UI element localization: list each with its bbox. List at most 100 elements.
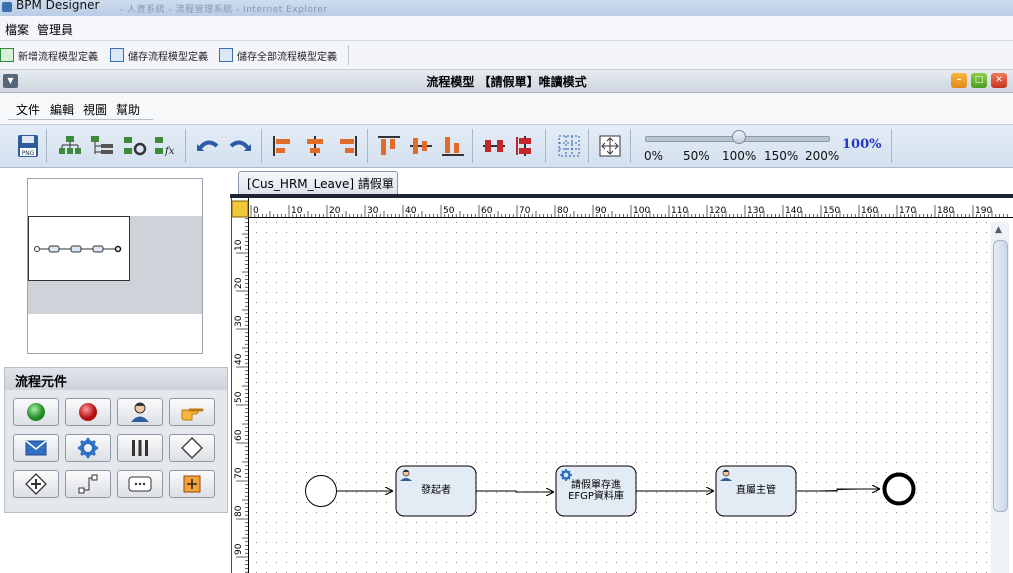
fit-to-window-button[interactable] <box>598 134 622 158</box>
fit-screen-icon <box>599 135 621 157</box>
menu-underline <box>8 119 153 120</box>
zoom-slider-thumb[interactable] <box>731 130 746 144</box>
align-right-button[interactable] <box>335 134 359 158</box>
zoom-label-0: 0% <box>644 149 664 163</box>
align-left-button[interactable] <box>271 134 295 158</box>
ruler-label: 10 <box>291 206 303 216</box>
palette-annotation[interactable] <box>117 470 163 498</box>
maximize-button[interactable]: □ <box>971 73 987 88</box>
designer-menubar: 文件 編輯 視圖 幫助 <box>0 93 1013 123</box>
palette-end-event[interactable] <box>65 398 111 426</box>
distribute-vertical-button[interactable] <box>513 134 537 158</box>
ruler-label: 180 <box>937 206 954 216</box>
diagram-canvas[interactable]: 0 10 20 30 40 50 60 70 80 90 100 110 120 130 140 150 160… <box>231 198 1013 573</box>
palette-manual-task[interactable] <box>169 398 215 426</box>
ruler-label: 70 <box>519 206 531 216</box>
palette-user-task[interactable] <box>117 398 163 426</box>
ruler-label: 40 <box>405 206 417 216</box>
toolbar-separator <box>46 129 47 163</box>
toolbar-separator <box>367 129 368 163</box>
ruler-label: 110 <box>671 206 688 216</box>
scroll-up-arrow-icon[interactable]: ▲ <box>995 225 1002 235</box>
ruler-label: 190 <box>975 206 992 216</box>
tree-layout-button[interactable] <box>90 134 114 158</box>
menu-help[interactable]: 幫助 <box>116 101 140 118</box>
ellipsis-box-icon <box>128 476 152 492</box>
overview-thumbnail <box>34 245 122 253</box>
save-process-button[interactable]: 儲存流程模型定義 <box>110 47 208 63</box>
plus-diamond-icon <box>25 473 47 495</box>
ruler-label: 10 <box>234 239 244 251</box>
align-center-icon <box>307 136 323 156</box>
ruler-label: 80 <box>234 505 244 517</box>
palette-connector[interactable] <box>65 470 111 498</box>
window-title: BPM Designer <box>16 0 100 12</box>
ruler-label: 140 <box>785 206 802 216</box>
palette-parallel[interactable] <box>117 434 163 462</box>
menubar: 檔案 管理員 <box>0 16 1013 41</box>
menu-document[interactable]: 文件 <box>16 101 40 118</box>
align-center-button[interactable] <box>303 134 327 158</box>
mail-icon <box>25 440 47 456</box>
toolbar-separator <box>630 129 631 163</box>
distribute-horizontal-button[interactable] <box>482 134 506 158</box>
end-event-icon <box>79 403 97 421</box>
zoom-value: 100% <box>842 137 882 152</box>
align-top-icon <box>378 136 400 155</box>
svg-text:PNG: PNG <box>22 150 35 157</box>
export-png-button[interactable]: PNG <box>16 134 40 158</box>
start-event[interactable] <box>305 475 337 507</box>
overview-panel[interactable] <box>27 178 203 354</box>
palette-subprocess[interactable] <box>169 470 215 498</box>
svg-text:fx: fx <box>164 146 175 157</box>
align-top-button[interactable] <box>377 134 401 158</box>
grid-background <box>249 218 1013 573</box>
align-middle-button[interactable] <box>409 134 433 158</box>
palette-parallel-gateway[interactable] <box>13 470 59 498</box>
palette-gateway[interactable] <box>169 434 215 462</box>
connector-icon <box>78 474 98 494</box>
scrollbar-thumb[interactable] <box>993 240 1008 512</box>
align-bottom-icon <box>442 137 464 156</box>
ruler-label: 100 <box>633 206 650 216</box>
diamond-icon <box>181 437 203 459</box>
menu-admin[interactable]: 管理員 <box>37 21 73 38</box>
palette-start-event[interactable] <box>13 398 59 426</box>
tab-cus-hrm-leave[interactable]: [Cus_HRM_Leave] 請假單 <box>238 171 398 194</box>
diagram-svg[interactable]: 0 10 20 30 40 50 60 70 80 90 100 110 120 130 140 150 160… <box>232 198 1013 573</box>
end-event[interactable] <box>882 472 916 506</box>
menu-view[interactable]: 視圖 <box>83 101 107 118</box>
vertical-ruler: 10 20 30 40 50 60 70 80 90 <box>232 198 249 573</box>
minimize-button[interactable]: – <box>951 73 967 88</box>
save-all-button[interactable]: 儲存全部流程模型定義 <box>219 47 337 63</box>
ruler-label: 60 <box>234 429 244 441</box>
main-toolbar: 新增流程模型定義 儲存流程模型定義 儲存全部流程模型定義 <box>0 41 1013 70</box>
window-subtitle: - 人資系統 - 流程管理系統 - Internet Explorer <box>120 5 328 15</box>
ruler-label: 80 <box>557 206 569 216</box>
palette-header: 流程元件 <box>5 368 227 390</box>
hierarchy-layout-button[interactable] <box>58 134 82 158</box>
save-all-label: 儲存全部流程模型定義 <box>237 51 337 63</box>
ruler-label: 50 <box>443 206 455 216</box>
menu-edit[interactable]: 編輯 <box>50 101 74 118</box>
grid-toggle-button[interactable] <box>557 134 581 158</box>
layout-settings-button[interactable] <box>123 134 147 158</box>
png-save-icon: PNG <box>18 135 38 157</box>
undo-button[interactable] <box>196 134 220 158</box>
parallel-bars-icon <box>132 440 148 456</box>
formula-button[interactable]: fx <box>154 134 178 158</box>
canvas-vertical-scrollbar[interactable]: ▲ <box>991 222 1009 573</box>
new-process-button[interactable]: 新增流程模型定義 <box>0 47 98 63</box>
toolbar-separator <box>588 129 589 163</box>
ruler-label: 150 <box>823 206 840 216</box>
ruler-label: 0 <box>253 206 259 216</box>
zoom-label-50: 50% <box>683 149 710 163</box>
align-bottom-button[interactable] <box>441 134 465 158</box>
menu-file[interactable]: 檔案 <box>5 21 29 38</box>
zoom-label-150: 150% <box>764 149 799 163</box>
close-button[interactable]: ✕ <box>991 73 1007 88</box>
redo-button[interactable] <box>228 134 252 158</box>
ruler-corner <box>232 200 249 218</box>
palette-message[interactable] <box>13 434 59 462</box>
palette-service-task[interactable] <box>65 434 111 462</box>
